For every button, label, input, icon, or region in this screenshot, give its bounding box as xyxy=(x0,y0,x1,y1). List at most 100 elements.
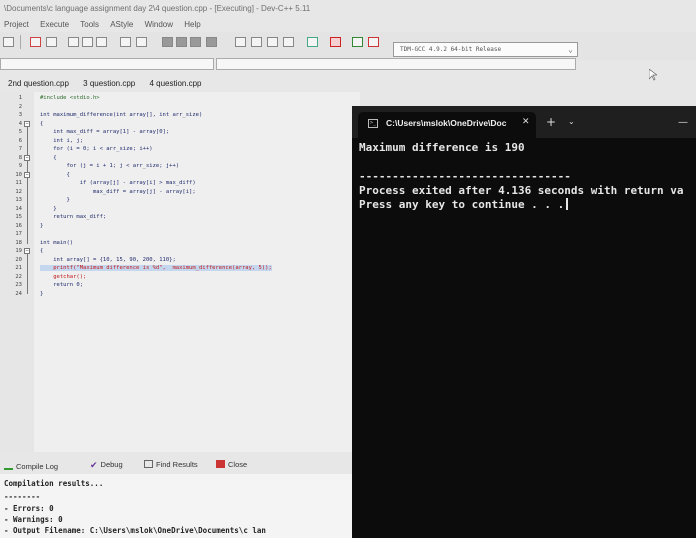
code-line: return 0; xyxy=(40,282,84,288)
code-line: { xyxy=(40,171,70,178)
close-icon[interactable]: ✕ xyxy=(522,117,530,127)
toolbar-separator xyxy=(20,35,21,49)
line-number: 4 xyxy=(18,120,22,127)
terminal-icon: >_ xyxy=(368,119,378,128)
line-number: 24 xyxy=(15,290,22,297)
menu-help[interactable]: Help xyxy=(184,20,200,29)
code-line: #include <stdio.h> xyxy=(40,95,100,101)
forward-icon[interactable] xyxy=(176,37,187,47)
chart-icon[interactable] xyxy=(352,37,363,47)
terminal-output-line: Process exited after 4.136 seconds with … xyxy=(359,184,684,197)
tab-find-results[interactable]: Find Results xyxy=(144,460,198,469)
mouse-cursor-icon xyxy=(649,69,657,81)
print-icon[interactable] xyxy=(3,37,14,47)
class-select[interactable] xyxy=(0,58,214,70)
rebuild-icon[interactable] xyxy=(283,37,294,47)
output-line: - Warnings: 0 xyxy=(4,515,63,524)
close-panel-button[interactable]: Close xyxy=(216,460,247,469)
line-number: 9 xyxy=(18,163,22,169)
close-icon xyxy=(216,460,225,468)
line-number: 20 xyxy=(15,256,22,263)
code-line: int i, j; xyxy=(40,137,84,144)
run-icon[interactable] xyxy=(251,37,262,47)
compiler-select[interactable]: TDM-GCC 4.9.2 64-bit Release ⌄ xyxy=(393,42,578,57)
chart-icon xyxy=(4,460,13,470)
new-tab-icon[interactable]: + xyxy=(546,115,556,129)
line-number: 16 xyxy=(15,222,22,229)
editor-tabs: 2nd question.cpp 3 question.cpp 4 questi… xyxy=(0,79,360,91)
profile-icon[interactable] xyxy=(368,37,379,47)
menu-tools[interactable]: Tools xyxy=(80,20,99,29)
line-number: 22 xyxy=(15,273,22,280)
replace-icon[interactable] xyxy=(82,37,93,47)
code-editor[interactable]: 1 2 3 4 5 6 7 8 9 10 11 12 13 14 15 16 1… xyxy=(0,92,360,452)
back-icon[interactable] xyxy=(162,37,173,47)
tab-label: Close xyxy=(228,460,248,469)
menu-execute[interactable]: Execute xyxy=(40,20,69,29)
text-cursor xyxy=(566,198,569,210)
code-line: return max_diff; xyxy=(40,214,107,220)
chevron-down-icon: ⌄ xyxy=(568,45,573,54)
minimize-icon[interactable]: — xyxy=(678,117,688,128)
line-number: 5 xyxy=(18,129,22,135)
compiler-select-value: TDM-GCC 4.9.2 64-bit Release xyxy=(400,46,502,53)
output-line: Compilation results... xyxy=(4,479,104,488)
terminal-separator: -------------------------------- xyxy=(359,170,571,183)
line-number: 19 xyxy=(15,248,22,254)
find-icon[interactable] xyxy=(68,37,79,47)
code-line: for (i = 0; i < arr_size; i++) xyxy=(40,146,153,152)
toggle-bookmark-icon[interactable] xyxy=(206,37,217,47)
toolbar xyxy=(0,32,696,60)
line-number: 18 xyxy=(15,239,22,246)
menu-astyle[interactable]: AStyle xyxy=(110,20,133,29)
tab-4-question[interactable]: 4 question.cpp xyxy=(149,79,201,88)
chevron-down-icon[interactable]: ⌄ xyxy=(568,117,575,126)
code-line: max_diff = array[j] - array[i]; xyxy=(40,188,196,195)
project-options-icon[interactable] xyxy=(136,37,147,47)
code-line: getchar(); xyxy=(40,273,87,280)
tab-compile-log[interactable]: Compile Log xyxy=(4,460,58,471)
code-line: for (j = i + 1; j < arr_size; j++) xyxy=(40,163,180,169)
line-number: 6 xyxy=(18,137,22,144)
line-number: 7 xyxy=(18,146,22,152)
tab-3-question[interactable]: 3 question.cpp xyxy=(83,79,135,88)
code-line: { xyxy=(40,120,44,127)
line-number: 17 xyxy=(15,231,22,237)
output-line: - Output Filename: C:\Users\mslok\OneDri… xyxy=(4,526,266,535)
menu-window[interactable]: Window xyxy=(145,20,173,29)
tab-2nd-question[interactable]: 2nd question.cpp xyxy=(8,79,69,88)
tab-label: Find Results xyxy=(156,460,198,469)
terminal-tab[interactable]: >_ C:\Users\mslok\OneDrive\Doc ✕ xyxy=(358,112,536,138)
tab-debug[interactable]: ✔ Debug xyxy=(90,460,123,470)
code-line: if (array[j] - array[i] > max_diff) xyxy=(40,180,196,186)
compile-icon[interactable] xyxy=(235,37,246,47)
line-number: 15 xyxy=(15,214,22,220)
redo-icon[interactable] xyxy=(46,37,57,47)
bookmark-icon[interactable] xyxy=(190,37,201,47)
line-number: 11 xyxy=(15,180,22,186)
member-select[interactable] xyxy=(216,58,576,70)
undo-icon[interactable] xyxy=(30,37,41,47)
code-line: int maximum_difference(int array[], int … xyxy=(40,112,203,118)
code-line: } xyxy=(40,205,57,212)
menu-bar: Project Execute Tools AStyle Window Help xyxy=(0,18,696,32)
check-icon[interactable] xyxy=(307,37,318,47)
terminal-window[interactable]: >_ C:\Users\mslok\OneDrive\Doc ✕ + ⌄ — M… xyxy=(352,106,696,538)
line-number: 10 xyxy=(15,171,22,178)
fold-toggle-icon[interactable]: − xyxy=(24,172,30,178)
code-line: int max_diff = array[1] - array[0]; xyxy=(40,129,170,135)
code-line: int main() xyxy=(40,239,74,246)
fold-guide xyxy=(27,254,28,294)
code-line: int array[] = {10, 15, 90, 200, 110}; xyxy=(40,256,176,263)
stop-icon[interactable] xyxy=(330,37,341,47)
menu-project[interactable]: Project xyxy=(4,20,29,29)
line-number: 8 xyxy=(18,154,22,161)
tab-label: Debug xyxy=(100,460,123,469)
output-line: - Errors: 0 xyxy=(4,504,54,513)
new-project-icon[interactable] xyxy=(120,37,131,47)
fold-toggle-icon[interactable]: − xyxy=(24,155,30,161)
line-number: 23 xyxy=(15,282,22,288)
goto-icon[interactable] xyxy=(96,37,107,47)
terminal-tab-title: C:\Users\mslok\OneDrive\Doc xyxy=(386,118,507,128)
compile-run-icon[interactable] xyxy=(267,37,278,47)
